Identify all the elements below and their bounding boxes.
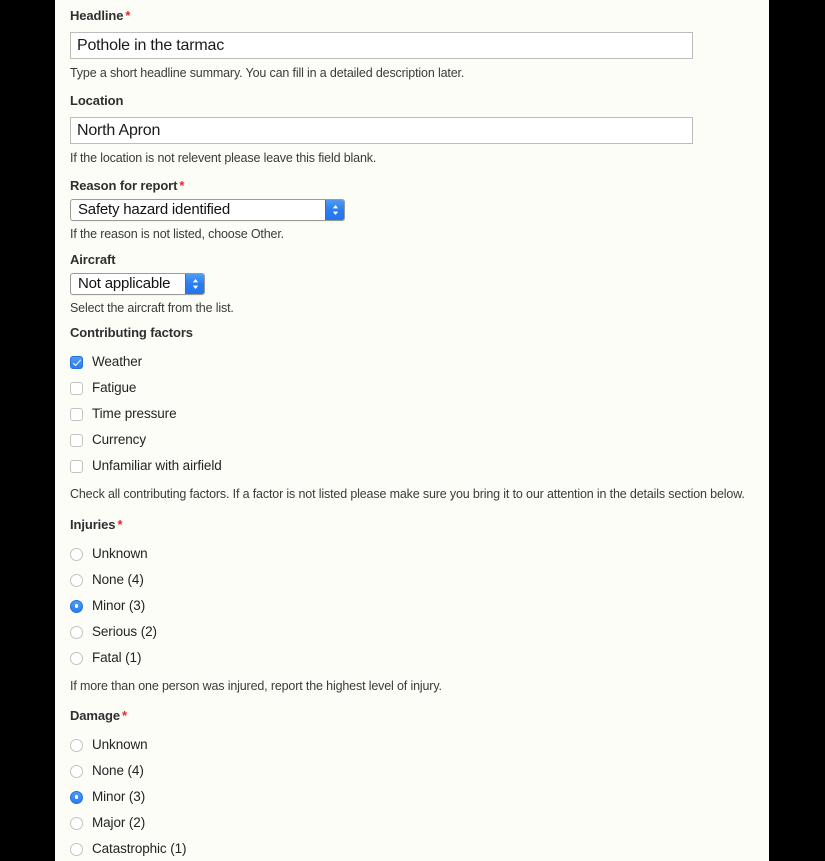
damage-required-marker: *	[121, 708, 128, 723]
radio-damage-catastrophic[interactable]	[70, 842, 83, 856]
radio-label-injuries-minor: Minor (3)	[92, 598, 146, 613]
radio-row-damage-major[interactable]: Major (2)	[70, 810, 186, 836]
injuries-label-row: Injuries *	[70, 516, 442, 534]
location-help-text: If the location is not relevent please l…	[70, 151, 377, 165]
aircraft-label: Aircraft	[70, 252, 116, 267]
aircraft-select[interactable]: Not applicable	[70, 273, 205, 295]
radio-row-damage-catastrophic[interactable]: Catastrophic (1)	[70, 836, 187, 861]
radio-label-damage-catastrophic: Catastrophic (1)	[92, 841, 187, 856]
contributing-factors-help-text: Check all contributing factors. If a fac…	[70, 487, 745, 501]
injuries-radio-group: Unknown None (4) Minor (3) Serious (2) F…	[70, 541, 442, 671]
radio-row-injuries-minor[interactable]: Minor (3)	[70, 593, 442, 619]
field-damage: Damage * Unknown None (4) Minor (3) Majo…	[70, 707, 187, 861]
field-headline: Headline* Type a short headline summary.…	[70, 7, 693, 81]
radio-row-damage-unknown[interactable]: Unknown	[70, 732, 186, 758]
field-injuries: Injuries * Unknown None (4) Minor (3) Se…	[70, 516, 442, 694]
checkbox-time-pressure[interactable]	[70, 407, 83, 421]
reason-select[interactable]: Safety hazard identified	[70, 199, 345, 221]
checkbox-row-currency[interactable]: Currency	[70, 427, 745, 453]
reason-required-marker: *	[179, 178, 185, 193]
checkbox-label-weather: Weather	[92, 354, 143, 369]
radio-label-injuries-unknown: Unknown	[92, 546, 148, 561]
checkbox-fatigue[interactable]	[70, 381, 83, 395]
radio-row-injuries-unknown[interactable]: Unknown	[70, 541, 442, 567]
radio-damage-unknown[interactable]	[70, 738, 83, 752]
reason-help-text: If the reason is not listed, choose Othe…	[70, 227, 284, 241]
aircraft-label-row: Aircraft	[70, 251, 234, 269]
radio-injuries-minor[interactable]	[70, 599, 83, 613]
checkbox-label-unfamiliar-with-airfield: Unfamiliar with airfield	[92, 458, 222, 473]
checkbox-weather[interactable]	[70, 355, 83, 369]
reason-label: Reason for report	[70, 178, 178, 193]
radio-row-damage-none[interactable]: None (4)	[70, 758, 186, 784]
headline-help-text: Type a short headline summary. You can f…	[70, 66, 465, 80]
checkbox-row-unfamiliar-with-airfield[interactable]: Unfamiliar with airfield	[70, 453, 745, 479]
checkbox-row-weather[interactable]: Weather	[70, 349, 745, 375]
aircraft-help-text: Select the aircraft from the list.	[70, 301, 234, 315]
damage-label: Damage	[70, 708, 120, 723]
injuries-required-marker: *	[117, 517, 123, 532]
incident-report-form-page: Headline* Type a short headline summary.…	[55, 0, 769, 861]
radio-row-injuries-fatal[interactable]: Fatal (1)	[70, 645, 442, 671]
checkbox-row-time-pressure[interactable]: Time pressure	[70, 401, 745, 427]
checkbox-unfamiliar-with-airfield[interactable]	[70, 459, 83, 473]
contributing-factors-checkbox-group: Weather Fatigue Time pressure Currency U…	[70, 349, 745, 479]
headline-label-row: Headline *	[70, 7, 693, 25]
checkbox-label-fatigue: Fatigue	[92, 380, 137, 395]
field-location: Location If the location is not relevent…	[70, 92, 693, 166]
chevron-updown-icon[interactable]	[185, 274, 204, 294]
radio-label-injuries-none: None (4)	[92, 572, 144, 587]
radio-damage-minor[interactable]	[70, 790, 83, 804]
radio-row-injuries-serious[interactable]: Serious (2)	[70, 619, 442, 645]
location-label-row: Location	[70, 92, 693, 110]
radio-damage-none[interactable]	[70, 764, 83, 778]
radio-label-injuries-fatal: Fatal (1)	[92, 650, 142, 665]
headline-required-marker: *	[125, 8, 131, 23]
damage-label-row: Damage *	[70, 707, 186, 725]
checkbox-label-currency: Currency	[92, 432, 146, 447]
radio-injuries-unknown[interactable]	[70, 547, 83, 561]
headline-label: Headline	[70, 8, 124, 23]
radio-injuries-fatal[interactable]	[70, 651, 83, 665]
checkbox-currency[interactable]	[70, 433, 83, 447]
field-reason-for-report: Reason for report * Safety hazard identif…	[70, 177, 345, 242]
radio-label-damage-unknown: Unknown	[92, 737, 148, 752]
radio-injuries-none[interactable]	[70, 573, 83, 587]
chevron-updown-icon[interactable]	[325, 200, 344, 220]
injuries-help-text: If more than one person was injured, rep…	[70, 679, 442, 693]
radio-row-injuries-none[interactable]: None (4)	[70, 567, 442, 593]
location-input[interactable]	[70, 117, 693, 144]
screenshot-viewport: Headline* Type a short headline summary.…	[0, 0, 825, 861]
reason-label-row: Reason for report *	[70, 177, 345, 195]
radio-label-injuries-serious: Serious (2)	[92, 624, 157, 639]
checkbox-row-fatigue[interactable]: Fatigue	[70, 375, 745, 401]
radio-row-damage-minor[interactable]: Minor (3)	[70, 784, 186, 810]
field-contributing-factors: Contributing factors Weather Fatigue Tim…	[70, 324, 745, 502]
reason-selected-value: Safety hazard identified	[78, 201, 230, 218]
contributing-factors-label-row: Contributing factors	[70, 324, 745, 342]
radio-label-damage-minor: Minor (3)	[92, 789, 146, 804]
contributing-factors-label: Contributing factors	[70, 325, 193, 340]
radio-damage-major[interactable]	[70, 816, 83, 830]
field-aircraft: Aircraft Not applicable Select the aircr…	[70, 251, 234, 316]
radio-label-damage-major: Major (2)	[92, 815, 146, 830]
checkbox-label-time-pressure: Time pressure	[92, 406, 177, 421]
injuries-label: Injuries	[70, 517, 116, 532]
location-label: Location	[70, 93, 124, 108]
radio-injuries-serious[interactable]	[70, 625, 83, 639]
radio-label-damage-none: None (4)	[92, 763, 144, 778]
headline-input[interactable]	[70, 32, 693, 59]
damage-radio-group: Unknown None (4) Minor (3) Major (2) Cat…	[70, 732, 187, 861]
